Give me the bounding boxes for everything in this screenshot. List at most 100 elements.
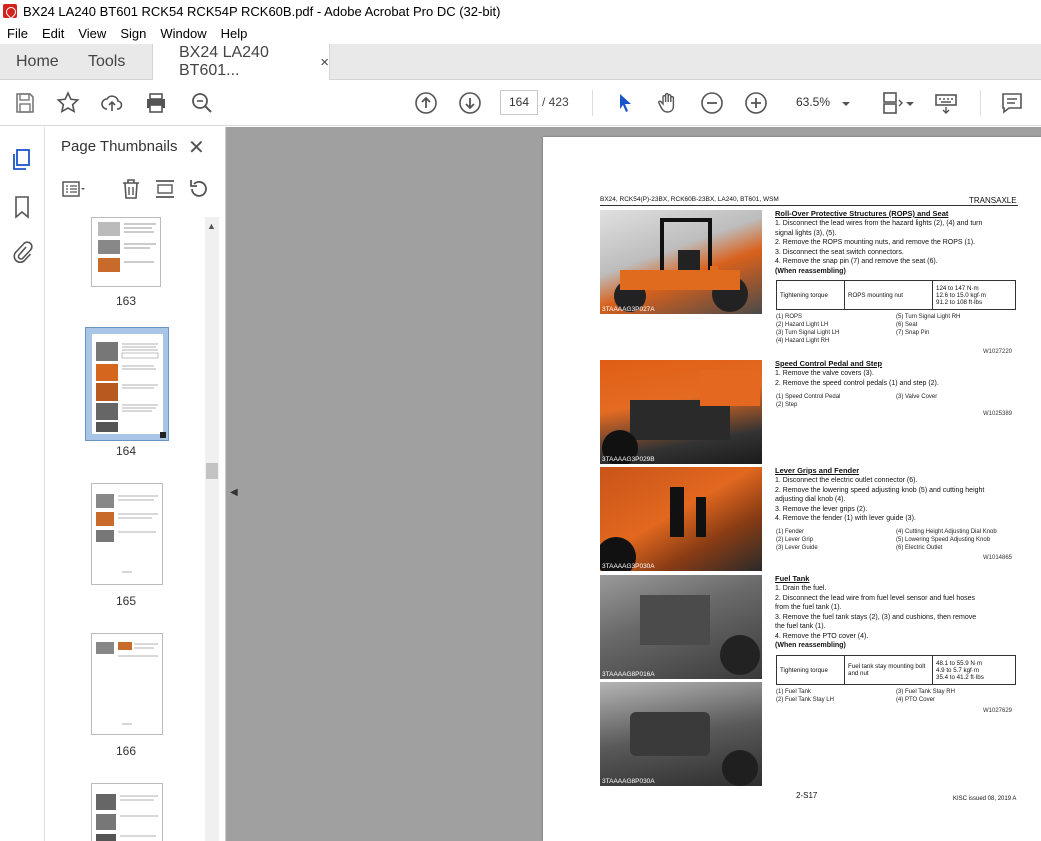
zoom-search-icon[interactable] xyxy=(190,91,214,115)
fuel-tank-photo: 3TAAAAG8P016A xyxy=(600,575,762,679)
step-text: 4. Remove the snap pin (7) and remove th… xyxy=(775,258,938,265)
bookmarks-icon[interactable] xyxy=(11,195,33,219)
page-fit-icon[interactable] xyxy=(880,91,904,115)
legend-right: (4) Cutting Height Adjusting Dial Knob (5… xyxy=(896,529,997,551)
insert-page-icon[interactable] xyxy=(153,177,177,201)
step-text: 3. Remove the lever grips (2). xyxy=(775,505,868,513)
reassembling-note: (When reassembling) xyxy=(775,267,846,275)
thumbnail-tools xyxy=(45,173,226,207)
document-viewer[interactable]: ◀ BX24, RCK54(P)-23BX, RCK60B-23BX, LA24… xyxy=(226,127,1041,841)
menu-sign[interactable]: Sign xyxy=(113,26,153,41)
step-text: adjusting dial knob (4). xyxy=(775,496,846,503)
upload-cloud-icon[interactable] xyxy=(100,91,124,115)
section-steps: 1. Drain the fuel. 2. Disconnect the lea… xyxy=(775,584,976,651)
section-title: Lever Grips and Fender xyxy=(775,466,860,475)
torque-label: Tightening torque xyxy=(777,281,845,309)
tab-document[interactable]: BX24 LA240 BT601... × xyxy=(152,44,330,80)
legend-right: (3) Valve Cover xyxy=(896,394,938,400)
page-number: 2-S17 xyxy=(796,791,818,800)
thumbnail-scrollbar[interactable]: ▲ xyxy=(205,217,219,841)
page-header-left: BX24, RCK54(P)-23BX, RCK60B-23BX, LA240,… xyxy=(600,196,779,203)
scroll-up-icon[interactable]: ▲ xyxy=(207,221,216,231)
step-text: signal lights (3), (5). xyxy=(775,229,837,237)
thumbnail-label: 165 xyxy=(115,594,137,608)
step-text: 2. Remove the lowering speed adjusting k… xyxy=(775,486,985,494)
menu-bar: File Edit View Sign Window Help xyxy=(0,22,1041,44)
close-panel-icon[interactable]: ✕ xyxy=(188,135,205,160)
step-text: 1. Disconnect the lead wires from the ha… xyxy=(775,220,983,227)
save-icon[interactable] xyxy=(13,91,37,115)
tab-tools[interactable]: Tools xyxy=(88,44,125,80)
window-title: BX24 LA240 BT601 RCK54 RCK54P RCK60B.pdf… xyxy=(23,3,501,19)
thumbnail-resize-handle[interactable] xyxy=(160,432,166,438)
chevron-down-icon[interactable] xyxy=(905,93,915,117)
legend-left: (1) Speed Control Pedal (2) Step xyxy=(776,394,841,408)
reassembling-note: (When reassembling) xyxy=(775,642,846,649)
menu-window[interactable]: Window xyxy=(153,26,213,41)
photo-caption: 3TAAAAG3P029B xyxy=(602,456,655,463)
legend-left: (1) Fuel Tank (2) Fuel Tank Stay LH xyxy=(776,689,834,703)
bookmark-star-icon[interactable] xyxy=(56,91,80,115)
section-title: Fuel Tank xyxy=(775,574,810,583)
thumbnail-label: 166 xyxy=(115,744,137,758)
zoom-out-icon[interactable] xyxy=(700,91,724,115)
page-total: / 423 xyxy=(542,95,569,109)
reference-code: W1027629 xyxy=(983,708,1013,714)
delete-page-icon[interactable] xyxy=(119,177,143,201)
chevron-down-icon[interactable] xyxy=(840,93,852,117)
page-footer: KISC issued 08, 2019 A xyxy=(953,796,1017,802)
options-menu-icon[interactable] xyxy=(61,177,85,201)
reference-code: W1014865 xyxy=(983,555,1013,561)
acrobat-logo-icon xyxy=(3,4,17,18)
toolbar-divider xyxy=(980,90,981,116)
step-text: 1. Drain the fuel. xyxy=(775,585,827,592)
tab-home[interactable]: Home xyxy=(16,44,59,80)
reference-code: W1025389 xyxy=(983,411,1013,417)
page-thumbnail-selected[interactable] xyxy=(85,327,169,441)
navigation-rail xyxy=(0,127,45,841)
torque-values: 124 to 147 N·m 12.6 to 15.0 kgf·m 91.2 t… xyxy=(936,284,986,306)
print-icon[interactable] xyxy=(144,91,168,115)
section-title: Roll-Over Protective Structures (ROPS) a… xyxy=(775,209,949,218)
page-number-input[interactable]: 164 xyxy=(500,90,538,115)
page-thumbnail[interactable] xyxy=(91,483,163,585)
rotate-page-icon[interactable] xyxy=(187,177,211,201)
page-thumbnails-icon[interactable] xyxy=(11,148,33,172)
page-thumbnail[interactable] xyxy=(91,217,161,287)
attachments-icon[interactable] xyxy=(11,240,33,264)
previous-page-icon[interactable] xyxy=(414,91,438,115)
comment-icon[interactable] xyxy=(1000,91,1024,115)
legend-left: (1) Fender (2) Lever Grip (3) Lever Guide xyxy=(776,529,818,551)
menu-help[interactable]: Help xyxy=(214,26,255,41)
close-tab-icon[interactable]: × xyxy=(320,54,329,71)
zoom-level-dropdown[interactable]: 63.5% xyxy=(796,95,830,109)
menu-view[interactable]: View xyxy=(71,26,113,41)
step-text: 3. Remove the fuel tank stays (2), (3) a… xyxy=(775,613,977,621)
torque-table: Tightening torque Fuel tank stay mountin… xyxy=(776,655,1016,685)
torque-table: Tightening torque ROPS mounting nut 124 … xyxy=(776,280,1016,310)
page-thumbnail[interactable] xyxy=(91,633,163,735)
torque-label: Tightening torque xyxy=(777,656,845,684)
step-text: 2. Remove the speed control pedals (1) a… xyxy=(775,379,939,387)
panel-title: Page Thumbnails xyxy=(61,138,178,155)
page-thumbnail[interactable] xyxy=(91,783,163,841)
step-text: the fuel tank (1). xyxy=(775,623,826,630)
lever-grips-photo: 3TAAAAG3P030A xyxy=(600,467,762,571)
menu-file[interactable]: File xyxy=(0,26,35,41)
keyboard-icon[interactable] xyxy=(934,91,958,115)
next-page-icon[interactable] xyxy=(458,91,482,115)
reference-code: W1027220 xyxy=(983,349,1013,355)
step-text: 2. Disconnect the lead wire from fuel le… xyxy=(775,594,975,602)
photo-caption: 3TAAAAG3P030A xyxy=(602,563,655,570)
toolbar-divider xyxy=(592,90,593,116)
select-cursor-icon[interactable] xyxy=(613,91,637,115)
pdf-page: BX24, RCK54(P)-23BX, RCK60B-23BX, LA240,… xyxy=(543,137,1041,841)
collapse-panel-icon[interactable]: ◀ xyxy=(230,487,238,498)
step-text: from the fuel tank (1). xyxy=(775,604,842,611)
menu-edit[interactable]: Edit xyxy=(35,26,71,41)
scrollbar-thumb[interactable] xyxy=(206,463,218,479)
toolbar: 164 / 423 63.5% xyxy=(0,80,1041,126)
photo-caption: 3TAAAAG8P016A xyxy=(602,671,655,678)
hand-tool-icon[interactable] xyxy=(656,91,680,115)
zoom-in-icon[interactable] xyxy=(744,91,768,115)
